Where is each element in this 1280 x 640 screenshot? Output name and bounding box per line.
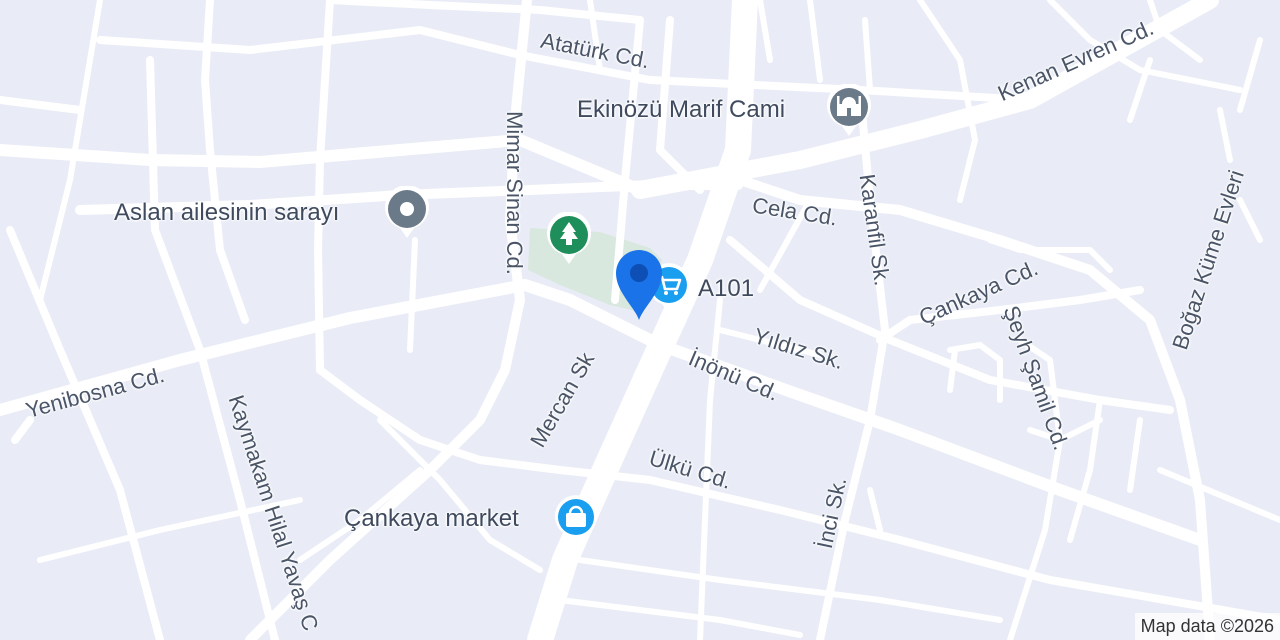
map-canvas[interactable]: Atatürk Cd. Kenan Evren Cd. Mimar Sinan … (0, 0, 1280, 640)
market-pin[interactable] (552, 494, 600, 553)
poi-label-market[interactable]: Çankaya market (344, 505, 519, 533)
shopping-bag-icon (555, 495, 597, 546)
current-location-pin[interactable] (612, 246, 666, 327)
park-pin[interactable] (544, 211, 594, 271)
street-label-mimar-sinan: Mimar Sinan Cd. (501, 111, 527, 275)
poi-label-grocery[interactable]: A101 (698, 275, 754, 303)
map-attribution[interactable]: Map data ©2026 (1134, 613, 1280, 640)
poi-label-palace[interactable]: Aslan ailesinin sarayı (114, 199, 339, 227)
palace-pin[interactable] (382, 185, 432, 245)
poi-label-mosque[interactable]: Ekinözü Marif Cami (577, 96, 785, 124)
landmark-icon (385, 185, 429, 238)
mosque-icon (827, 83, 871, 136)
tree-icon (547, 211, 591, 264)
location-pin-icon (616, 250, 662, 320)
mosque-pin[interactable] (824, 83, 874, 143)
